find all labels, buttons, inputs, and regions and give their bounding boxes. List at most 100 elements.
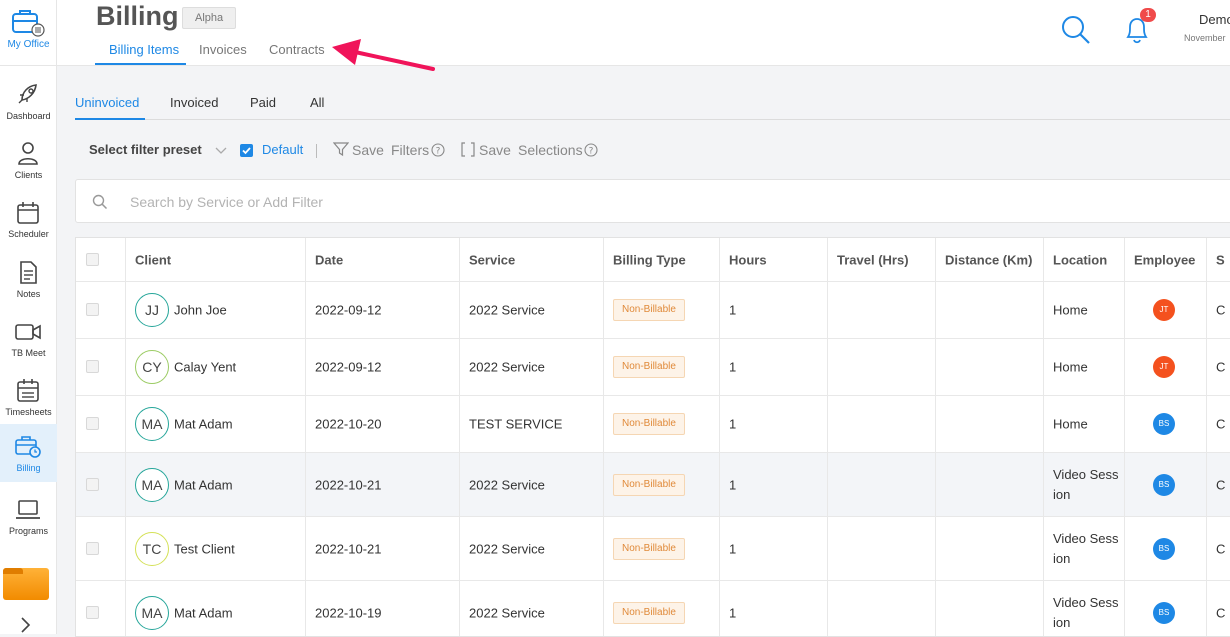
client-name[interactable]: John Joe	[174, 303, 227, 318]
billing-type-badge: Non-Billable	[613, 473, 685, 496]
row-checkbox[interactable]	[86, 417, 99, 430]
video-icon	[15, 324, 41, 340]
select-all-checkbox[interactable]	[86, 252, 99, 266]
column-header-location[interactable]: Location	[1044, 238, 1125, 281]
column-header-travel[interactable]: Travel (Hrs)	[828, 238, 936, 281]
column-header-client[interactable]: Client	[126, 238, 306, 281]
status-value: C	[1216, 302, 1226, 318]
nav-dashboard[interactable]: Dashboard	[0, 72, 57, 130]
filter-preset-label[interactable]: Select filter preset	[89, 142, 202, 157]
column-header-distance[interactable]: Distance (Km)	[936, 238, 1044, 281]
row-checkbox[interactable]	[86, 541, 99, 555]
billing-type-cell: Non-Billable	[604, 339, 720, 395]
date-cell: 2022-10-20	[306, 396, 460, 452]
nav-billing[interactable]: Billing	[0, 424, 57, 482]
status-value: C	[1216, 541, 1226, 556]
row-checkbox[interactable]	[86, 360, 99, 373]
employee-cell: BS	[1125, 581, 1207, 636]
service-value: 2022 Service	[469, 541, 545, 556]
client-cell: CY Calay Yent	[126, 339, 306, 395]
employee-avatar[interactable]: BS	[1153, 537, 1175, 560]
nav-programs[interactable]: Programs	[0, 487, 57, 545]
table-row[interactable]: CY Calay Yent 2022-09-12 2022 Service Non-Bi…	[76, 339, 1230, 396]
save-selections-label-a[interactable]: Save	[479, 142, 511, 158]
save-filters-label-a[interactable]: Save	[352, 142, 384, 158]
nav-timesheets[interactable]: Timesheets	[0, 368, 57, 426]
nav-notes[interactable]: Notes	[0, 250, 57, 308]
billing-type-badge: Non-Billable	[613, 601, 685, 624]
service-cell: 2022 Service	[460, 453, 604, 516]
subtab-uninvoiced[interactable]: Uninvoiced	[75, 95, 139, 110]
client-name[interactable]: Test Client	[174, 541, 235, 556]
column-header-employee[interactable]: Employee	[1125, 238, 1207, 281]
employee-avatar[interactable]: BS	[1153, 473, 1175, 496]
employee-avatar[interactable]: BS	[1153, 413, 1175, 435]
client-name[interactable]: Calay Yent	[174, 360, 236, 375]
nav-clients[interactable]: Clients	[0, 131, 57, 189]
chevron-down-icon[interactable]	[215, 146, 227, 156]
hours-cell: 1	[720, 453, 828, 516]
column-header-status[interactable]: S	[1207, 238, 1230, 281]
subtab-invoiced[interactable]: Invoiced	[170, 95, 218, 110]
user-name[interactable]: Demo	[1199, 12, 1230, 27]
location-cell: Home	[1044, 339, 1125, 395]
status-cell: C	[1207, 282, 1230, 338]
column-header-billing-type[interactable]: Billing Type	[604, 238, 720, 281]
check-icon	[242, 147, 251, 155]
table-row[interactable]: TC Test Client 2022-10-21 2022 Service Non-B…	[76, 517, 1230, 581]
tab-contracts[interactable]: Contracts	[269, 42, 325, 57]
client-cell: JJ John Joe	[126, 282, 306, 338]
table-row[interactable]: MA Mat Adam 2022-10-21 2022 Service Non-Bill…	[76, 453, 1230, 517]
folder-icon[interactable]	[3, 568, 49, 600]
date-value: 2022-10-19	[315, 605, 382, 620]
subtab-paid[interactable]: Paid	[250, 95, 276, 110]
hours-cell: 1	[720, 517, 828, 580]
default-preset-label[interactable]: Default	[262, 142, 303, 157]
document-icon	[20, 261, 37, 284]
save-filters-label-b[interactable]: Filters	[391, 142, 429, 158]
billing-type-cell: Non-Billable	[604, 581, 720, 636]
column-header-label: Client	[135, 252, 172, 267]
table-row[interactable]: MA Mat Adam 2022-10-20 TEST SERVICE Non-Bill…	[76, 396, 1230, 453]
row-checkbox[interactable]	[86, 477, 99, 491]
table-row[interactable]: JJ John Joe 2022-09-12 2022 Service Non-Bill…	[76, 282, 1230, 339]
row-checkbox[interactable]	[86, 303, 99, 316]
search-icon[interactable]	[1060, 14, 1092, 46]
timesheet-icon	[17, 379, 39, 402]
column-header-label: Billing Type	[613, 252, 686, 267]
client-name[interactable]: Mat Adam	[174, 417, 233, 432]
location-cell: Home	[1044, 396, 1125, 452]
tab-billing-items[interactable]: Billing Items	[109, 42, 179, 57]
table-row[interactable]: MA Mat Adam 2022-10-19 2022 Service Non-Bill…	[76, 581, 1230, 636]
column-header-date[interactable]: Date	[306, 238, 460, 281]
chevron-right-icon[interactable]	[19, 617, 33, 633]
help-icon[interactable]: ?	[431, 143, 445, 157]
nav-clients-label: Clients	[14, 170, 43, 180]
employee-avatar[interactable]: JT	[1153, 299, 1175, 321]
employee-avatar[interactable]: BS	[1153, 601, 1175, 624]
status-cell: C	[1207, 339, 1230, 395]
search-input[interactable]	[130, 192, 730, 212]
client-name[interactable]: Mat Adam	[174, 477, 233, 492]
default-checkbox[interactable]	[240, 144, 253, 157]
save-selections-label-b[interactable]: Selections	[518, 142, 583, 158]
client-cell: TC Test Client	[126, 517, 306, 580]
distance-cell	[936, 517, 1044, 580]
row-checkbox-cell	[76, 339, 126, 395]
column-header-hours[interactable]: Hours	[720, 238, 828, 281]
my-office-button[interactable]: My Office	[0, 0, 57, 66]
travel-cell	[828, 282, 936, 338]
client-name[interactable]: Mat Adam	[174, 605, 233, 620]
hours-value: 1	[729, 541, 737, 556]
column-header-service[interactable]: Service	[460, 238, 604, 281]
help-icon[interactable]: ?	[584, 143, 598, 157]
location-value: Home	[1053, 302, 1088, 318]
status-cell: C	[1207, 581, 1230, 636]
nav-tb-meet[interactable]: TB Meet	[0, 309, 57, 367]
employee-avatar[interactable]: JT	[1153, 356, 1175, 378]
tab-invoices[interactable]: Invoices	[199, 42, 247, 57]
row-checkbox[interactable]	[86, 605, 99, 619]
nav-scheduler[interactable]: Scheduler	[0, 190, 57, 248]
active-subtab-indicator	[75, 118, 145, 120]
subtab-all[interactable]: All	[310, 95, 324, 110]
